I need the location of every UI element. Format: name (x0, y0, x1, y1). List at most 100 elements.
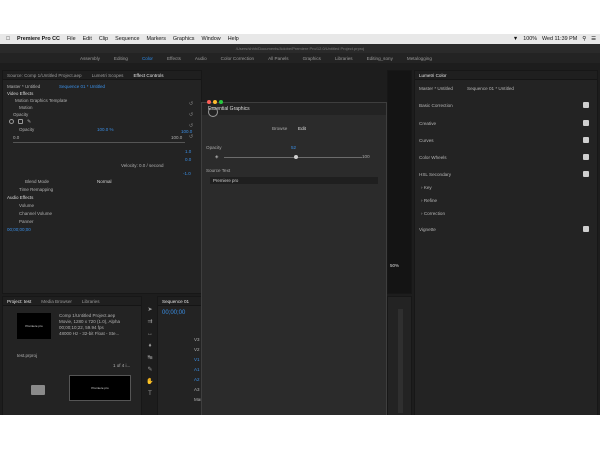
menu-list-icon[interactable]: ☰ (591, 36, 596, 42)
ripple-edit-tool-icon[interactable]: ↔ (146, 330, 154, 338)
channel-volume-label[interactable]: Channel Volume (19, 211, 52, 216)
opacity-label[interactable]: Opacity (13, 112, 28, 117)
eg-source-text-field[interactable]: Premiere pro (210, 177, 378, 184)
section-vignette[interactable]: Vignette (419, 227, 436, 232)
section-creative[interactable]: Creative (419, 121, 436, 126)
tab-effect-controls[interactable]: Effect Controls (133, 73, 163, 78)
section-curves[interactable]: Curves (419, 138, 434, 143)
bin-folder-icon[interactable] (31, 385, 45, 395)
zoom-window-icon[interactable] (219, 100, 223, 104)
minimize-window-icon[interactable] (213, 100, 217, 104)
workspace-libraries[interactable]: Libraries (335, 56, 353, 61)
app-name-menu[interactable]: Premiere Pro CC (17, 36, 60, 42)
workspace-editing[interactable]: Editing (114, 56, 128, 61)
volume-label[interactable]: Volume (19, 203, 34, 208)
eg-opacity-slider-knob[interactable] (293, 155, 298, 159)
hsl-refine[interactable]: › Refine (421, 198, 437, 203)
reset-icon[interactable]: ↺ (189, 112, 193, 118)
rectangle-mask-icon[interactable] (18, 119, 23, 124)
tab-lumetri-color[interactable]: Lumetri Color (419, 73, 447, 78)
clock-label[interactable]: Wed 11:39 PM (542, 36, 577, 42)
timeline-timecode[interactable]: 00;00;00 (162, 310, 185, 316)
tab-lumetri-scopes[interactable]: Lumetri Scopes (92, 73, 124, 78)
close-window-icon[interactable] (207, 100, 211, 104)
menu-edit[interactable]: Edit (83, 36, 92, 42)
basic-correction-checkbox[interactable] (583, 102, 589, 108)
workspace-all-panels[interactable]: All Panels (268, 56, 288, 61)
workspace-audio[interactable]: Audio (195, 56, 207, 61)
tab-source[interactable]: Source: Comp 1/Untitled Project.aep (7, 73, 82, 78)
section-hsl-secondary[interactable]: HSL Secondary (419, 172, 451, 177)
reset-icon[interactable]: ↺ (189, 134, 193, 140)
menu-markers[interactable]: Markers (146, 36, 165, 42)
creative-checkbox[interactable] (583, 120, 589, 126)
slip-tool-icon[interactable]: ↹ (146, 354, 154, 362)
eg-tab-edit[interactable]: Edit (298, 126, 306, 131)
hsl-correction[interactable]: › Correction (421, 211, 445, 216)
essential-graphics-title[interactable]: Essential Graphics (202, 103, 386, 115)
master-label[interactable]: Master * Untitled (7, 84, 40, 89)
tab-libraries[interactable]: Libraries (82, 299, 100, 304)
pen-mask-icon[interactable]: ✎ (27, 119, 31, 125)
section-color-wheels[interactable]: Color Wheels (419, 155, 447, 160)
workspace-assembly[interactable]: Assembly (80, 56, 100, 61)
motion-label[interactable]: Motion (19, 105, 33, 110)
menu-sequence[interactable]: Sequence (115, 36, 139, 42)
lumetri-sequence-label[interactable]: Sequence 01 * Untitled (467, 86, 514, 91)
clip-thumbnail[interactable]: Premiere pro (17, 313, 51, 339)
lumetri-master-label[interactable]: Master * Untitled (419, 86, 453, 91)
eg-opacity-slider[interactable] (224, 157, 362, 158)
ellipse-mask-icon[interactable] (9, 119, 14, 124)
tab-media-browser[interactable]: Media Browser (41, 299, 72, 304)
wifi-icon[interactable]: ▼ (513, 36, 518, 42)
track-select-tool-icon[interactable]: ⇉ (146, 318, 154, 326)
opacity-range-slider[interactable] (13, 142, 185, 143)
time-remapping-label[interactable]: Time Remapping (19, 187, 53, 192)
workspace-effects[interactable]: Effects (167, 56, 181, 61)
razor-tool-icon[interactable]: ♦ (146, 342, 154, 350)
menu-window[interactable]: Window (202, 36, 221, 42)
pen-tool-icon[interactable]: ✎ (146, 366, 154, 374)
apple-icon[interactable]:  (6, 36, 10, 42)
track-v3[interactable]: V3 (194, 337, 200, 342)
selection-tool-icon[interactable]: ➤ (146, 306, 154, 314)
menu-graphics[interactable]: Graphics (173, 36, 195, 42)
menu-file[interactable]: File (67, 36, 76, 42)
section-basic-correction[interactable]: Basic Correction (419, 103, 453, 108)
workspace-metalogging[interactable]: Metalogging (407, 56, 432, 61)
tab-project[interactable]: Project: test (7, 299, 31, 304)
track-a2[interactable]: A2 (194, 377, 200, 382)
workspace-graphics[interactable]: Graphics (303, 56, 321, 61)
monitor-zoom[interactable]: 50% (390, 263, 399, 268)
workspace-editing-sony[interactable]: Editing_sony (367, 56, 393, 61)
reset-icon[interactable]: ↺ (189, 101, 193, 107)
track-v1[interactable]: V1 (194, 357, 200, 362)
color-wheels-checkbox[interactable] (583, 154, 589, 160)
workspace-color[interactable]: Color (142, 56, 153, 61)
search-icon[interactable]: ⚲ (582, 36, 586, 42)
workspace-color-correction[interactable]: Color Correction (221, 56, 254, 61)
reset-icon[interactable]: ↺ (189, 123, 193, 129)
vignette-checkbox[interactable] (583, 226, 589, 232)
sequence-thumbnail[interactable]: Premiere pro (69, 375, 131, 401)
blend-mode-select[interactable]: Normal (97, 179, 112, 184)
mogrt-label[interactable]: Motion Graphics Template (15, 98, 67, 103)
curves-checkbox[interactable] (583, 137, 589, 143)
eg-opacity-value[interactable]: 52 (291, 145, 296, 150)
hsl-key[interactable]: › Key (421, 185, 432, 190)
opacity-value[interactable]: 100.0 % (97, 127, 114, 132)
eg-tab-browse[interactable]: Browse (272, 126, 287, 131)
track-a1[interactable]: A1 (194, 367, 200, 372)
tab-sequence[interactable]: Sequence 01 (162, 299, 189, 304)
battery-label[interactable]: 100% (523, 36, 537, 42)
track-a3[interactable]: A3 (194, 387, 200, 392)
hsl-secondary-checkbox[interactable] (583, 171, 589, 177)
panner-label[interactable]: Panner (19, 219, 34, 224)
menu-help[interactable]: Help (228, 36, 239, 42)
sequence-label[interactable]: Sequence 01 * Untitled (59, 84, 105, 89)
hand-tool-icon[interactable]: ✋ (146, 378, 154, 386)
track-v2[interactable]: V2 (194, 347, 200, 352)
effect-controls-timecode[interactable]: 00;00;00;00 (7, 227, 31, 232)
type-tool-icon[interactable]: T (146, 390, 154, 398)
menu-clip[interactable]: Clip (99, 36, 108, 42)
